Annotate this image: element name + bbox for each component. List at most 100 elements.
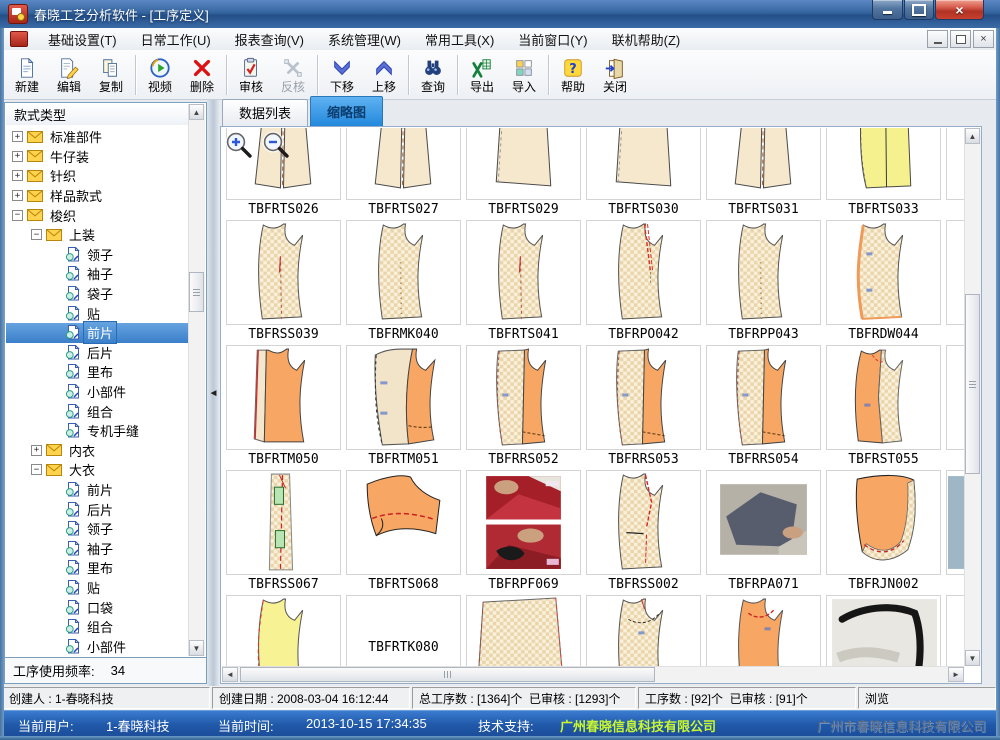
scroll-left-button[interactable]: ◄	[222, 667, 238, 682]
toolbar-button-import[interactable]: 导入	[503, 53, 545, 97]
tree-expand-toggle[interactable]: −	[31, 464, 42, 475]
thumbnail-cell-r3c6[interactable]	[946, 470, 964, 575]
scroll-right-button[interactable]: ►	[948, 667, 964, 682]
tree-item-3[interactable]: +样品款式	[6, 186, 188, 206]
toolbar-button-copy[interactable]: 复制	[90, 53, 132, 97]
toolbar-button-close-door[interactable]: 关闭	[594, 53, 636, 97]
thumbnail-cell-r3c1[interactable]: TBFRTS068	[346, 470, 461, 593]
toolbar-button-unaudit[interactable]: 反核	[272, 53, 314, 97]
toolbar-button-help[interactable]: ?帮助	[552, 53, 594, 97]
tree-item-13[interactable]: 小部件	[6, 382, 188, 402]
thumbnail-cell-r1c2[interactable]: TBFRTS041	[466, 220, 581, 343]
thumbnail-cell-r0c5[interactable]: TBFRTS033	[826, 128, 941, 218]
tree-item-21[interactable]: 袖子	[6, 538, 188, 558]
thumbnail-cell-r2c4[interactable]: TBFRRS054	[706, 345, 821, 468]
menu-item-0[interactable]: 基础设置(T)	[36, 28, 129, 51]
thumbnail-cell-r1c3[interactable]: TBFRPO042	[586, 220, 701, 343]
menu-item-2[interactable]: 报表查询(V)	[223, 28, 316, 51]
menu-item-4[interactable]: 常用工具(X)	[413, 28, 506, 51]
tree-item-9[interactable]: 贴	[6, 303, 188, 323]
tree-expand-toggle[interactable]: +	[12, 170, 23, 181]
tree-item-0[interactable]: +标准部件	[6, 127, 188, 147]
toolbar-button-search-binoculars[interactable]: 查询	[412, 53, 454, 97]
toolbar-button-move-down[interactable]: 下移	[321, 53, 363, 97]
tree-item-1[interactable]: +牛仔装	[6, 147, 188, 167]
toolbar-button-video[interactable]: 视频	[139, 53, 181, 97]
thumbnail-cell-r0c3[interactable]: TBFRTS030	[586, 128, 701, 218]
tree-item-5[interactable]: −上装	[6, 225, 188, 245]
tree-item-14[interactable]: 组合	[6, 401, 188, 421]
menu-item-5[interactable]: 当前窗口(Y)	[506, 28, 599, 51]
tree-item-10[interactable]: 前片	[6, 323, 188, 343]
thumbnail-cell-r4c1[interactable]: TBFRTK080	[346, 595, 461, 666]
tree-scroll-thumb[interactable]	[189, 272, 204, 312]
tree-item-25[interactable]: 组合	[6, 617, 188, 637]
close-button[interactable]: ×	[935, 0, 984, 20]
toolbar-button-audit-check[interactable]: 审核	[230, 53, 272, 97]
thumbnail-cell-r3c3[interactable]: TBFRSS002	[586, 470, 701, 593]
tree-item-6[interactable]: 领子	[6, 245, 188, 265]
tree-item-26[interactable]: 小部件	[6, 636, 188, 656]
thumbnail-cell-r3c5[interactable]: TBFRJN002	[826, 470, 941, 593]
thumbnail-cell-r3c0[interactable]: TBFRSS067	[226, 470, 341, 593]
toolbar-button-move-up[interactable]: 上移	[363, 53, 405, 97]
mdi-minimize-button[interactable]	[927, 30, 948, 48]
thumbnail-cell-r2c2[interactable]: TBFRRS052	[466, 345, 581, 468]
tree-item-24[interactable]: 口袋	[6, 597, 188, 617]
vertical-scrollbar[interactable]: ▲ ▼	[964, 128, 981, 666]
tree-item-18[interactable]: 前片	[6, 480, 188, 500]
tree-item-11[interactable]: 后片	[6, 343, 188, 363]
tree-expand-toggle[interactable]: +	[12, 190, 23, 201]
thumbnail-cell-r4c6[interactable]	[946, 595, 964, 666]
thumbnail-cell-r0c4[interactable]: TBFRTS031	[706, 128, 821, 218]
thumbnail-cell-r2c1[interactable]: TBFRTM051	[346, 345, 461, 468]
tab-data-list[interactable]: 数据列表	[222, 99, 308, 126]
thumbnail-cell-r2c0[interactable]: TBFRTM050	[226, 345, 341, 468]
tree-expand-toggle[interactable]: +	[12, 131, 23, 142]
horizontal-scrollbar[interactable]: ◄ ►	[222, 666, 964, 683]
scroll-down-button[interactable]: ▼	[965, 650, 980, 666]
toolbar-button-edit[interactable]: 编辑	[48, 53, 90, 97]
tree-item-8[interactable]: 袋子	[6, 284, 188, 304]
tab-thumbnail-view[interactable]: 缩略图	[310, 96, 383, 126]
scroll-up-button[interactable]: ▲	[965, 128, 980, 144]
tree-item-19[interactable]: 后片	[6, 499, 188, 519]
tree-item-16[interactable]: +内衣	[6, 441, 188, 461]
menu-item-6[interactable]: 联机帮助(Z)	[600, 28, 693, 51]
thumbnail-cell-r1c1[interactable]: TBFRMK040	[346, 220, 461, 343]
tree-item-15[interactable]: 专机手缝	[6, 421, 188, 441]
vertical-scroll-thumb[interactable]	[965, 294, 980, 474]
tree-expand-toggle[interactable]: −	[12, 210, 23, 221]
thumbnail-cell-r0c2[interactable]: TBFRTS029	[466, 128, 581, 218]
tree-item-23[interactable]: 贴	[6, 578, 188, 598]
maximize-button[interactable]	[904, 0, 934, 20]
thumbnail-cell-r4c0[interactable]	[226, 595, 341, 666]
thumbnail-cell-r3c4[interactable]: TBFRPA071	[706, 470, 821, 593]
mdi-restore-button[interactable]	[950, 30, 971, 48]
zoom-out-magnifier-icon[interactable]	[261, 130, 291, 165]
thumbnail-cell-r4c2[interactable]	[466, 595, 581, 666]
tree-item-2[interactable]: +针织	[6, 166, 188, 186]
thumbnail-cell-r2c6[interactable]	[946, 345, 964, 450]
mdi-close-button[interactable]: ×	[973, 30, 994, 48]
thumbnail-cell-r1c4[interactable]: TBFRPP043	[706, 220, 821, 343]
thumbnail-cell-r1c5[interactable]: TBFRDW044	[826, 220, 941, 343]
thumbnail-cell-r4c4[interactable]	[706, 595, 821, 666]
tree-item-20[interactable]: 领子	[6, 519, 188, 539]
toolbar-button-new-document[interactable]: 新建	[6, 53, 48, 97]
tree-item-17[interactable]: −大衣	[6, 460, 188, 480]
tree-expand-toggle[interactable]: −	[31, 229, 42, 240]
menu-item-3[interactable]: 系统管理(W)	[316, 28, 413, 51]
tree-item-7[interactable]: 袖子	[6, 264, 188, 284]
tree-item-12[interactable]: 里布	[6, 362, 188, 382]
tree-item-22[interactable]: 里布	[6, 558, 188, 578]
thumbnail-cell-r1c6[interactable]	[946, 220, 964, 325]
horizontal-scroll-thumb[interactable]	[240, 667, 655, 682]
toolbar-button-export-excel[interactable]: 导出	[461, 53, 503, 97]
tree-expand-toggle[interactable]: +	[12, 151, 23, 162]
thumbnail-cell-r4c3[interactable]	[586, 595, 701, 666]
tree-scroll-down-button[interactable]: ▼	[189, 640, 204, 656]
tree-expand-toggle[interactable]: +	[31, 445, 42, 456]
thumbnail-cell-r0c6[interactable]	[946, 128, 964, 200]
tree-scroll-up-button[interactable]: ▲	[189, 104, 204, 120]
